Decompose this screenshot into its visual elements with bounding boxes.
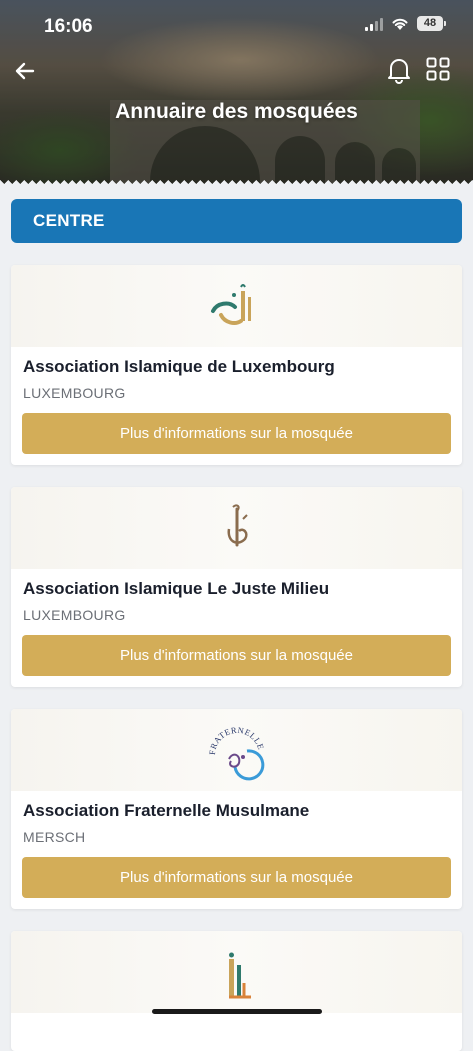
signal-icon	[365, 17, 383, 31]
home-indicator[interactable]	[152, 1009, 322, 1014]
card-banner	[11, 487, 462, 569]
grid-icon	[426, 57, 450, 81]
arrow-left-icon	[15, 62, 35, 80]
fraternelle-logo-icon: FRATERNELLE	[207, 725, 266, 781]
svg-text:FRATERNELLE: FRATERNELLE	[207, 725, 266, 755]
mosque-name: Association Islamique de Luxembourg	[23, 357, 335, 376]
mosque-logo-aidl-icon	[210, 284, 251, 325]
logo-text: FRATERNELLE	[207, 725, 266, 755]
mosque-name: Association Fraternelle Musulmane	[23, 801, 310, 820]
battery-icon: 48	[417, 16, 446, 31]
card-banner	[11, 265, 462, 347]
status-time: 16:06	[44, 16, 93, 37]
mosque-card[interactable]: Association Islamique de Luxembourg LUXE…	[11, 265, 462, 465]
more-info-button[interactable]: Plus d'informations sur la mosquée	[22, 635, 451, 676]
notifications-button[interactable]	[386, 56, 412, 84]
minaret-logo-icon	[228, 952, 251, 999]
mosque-card[interactable]: Association Islamique Le Juste Milieu LU…	[11, 487, 462, 687]
status-indicators: 48	[365, 16, 446, 31]
wifi-icon	[392, 18, 408, 30]
mosque-city: LUXEMBOURG	[23, 385, 126, 401]
mosque-city: LUXEMBOURG	[23, 607, 126, 623]
calligraphy-logo-icon	[227, 504, 248, 547]
card-banner: FRATERNELLE	[11, 709, 462, 791]
mosque-card[interactable]	[11, 931, 462, 1051]
mosque-city: MERSCH	[23, 829, 86, 845]
back-button[interactable]	[10, 56, 40, 86]
bell-icon	[388, 59, 410, 84]
section-centre-button[interactable]: CENTRE	[11, 199, 462, 243]
mosque-card[interactable]: FRATERNELLE Association Fraternelle Musu…	[11, 709, 462, 909]
grid-menu-button[interactable]	[426, 57, 450, 81]
more-info-button[interactable]: Plus d'informations sur la mosquée	[22, 857, 451, 898]
card-banner	[11, 931, 462, 1013]
more-info-button[interactable]: Plus d'informations sur la mosquée	[22, 413, 451, 454]
mosque-name: Association Islamique Le Juste Milieu	[23, 579, 330, 598]
page-title: Annuaire des mosquées	[115, 100, 358, 123]
